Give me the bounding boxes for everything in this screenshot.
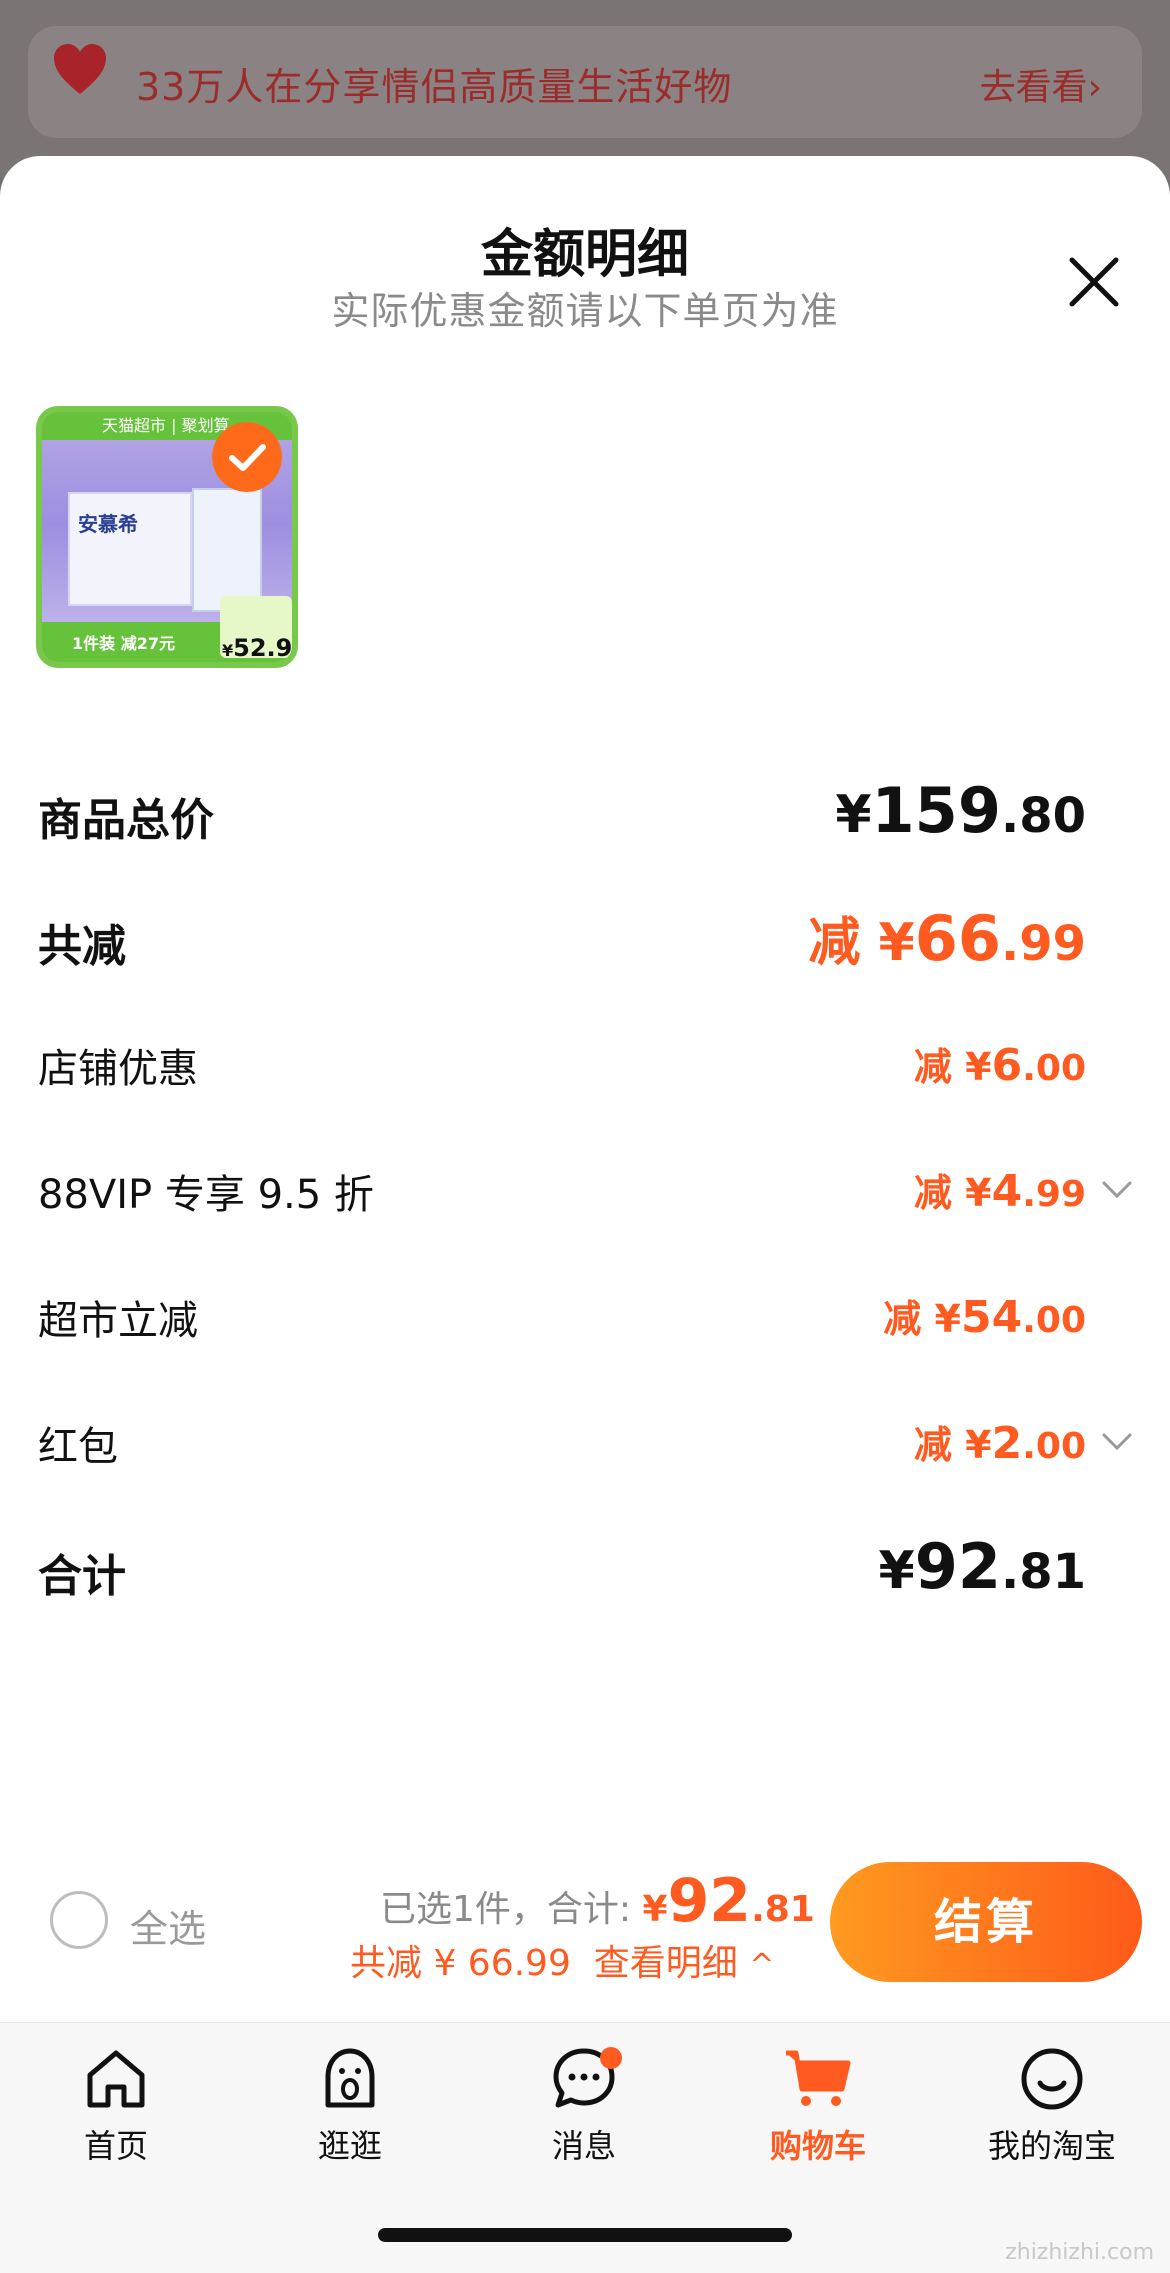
value-yen: ¥ <box>878 1541 915 1601</box>
breakdown-value: ¥159.80 <box>835 774 1086 847</box>
chevron-up-icon: ^ <box>749 1948 775 1983</box>
breakdown-row: 店铺优惠 减 ¥6.00 <box>0 1036 1170 1106</box>
tab-stroll[interactable]: 逛逛 <box>250 2043 450 2173</box>
breakdown-label: 合计 <box>38 1551 126 1602</box>
profile-icon <box>1021 2048 1083 2110</box>
value-yen: ¥ <box>965 1045 992 1089</box>
value-prefix: 减 <box>808 913 879 973</box>
value-integer: 54 <box>960 1292 1023 1343</box>
value-prefix: 减 <box>913 1423 966 1467</box>
product-price-yen: ¥ <box>222 641 234 660</box>
breakdown-label: 店铺优惠 <box>38 1046 198 1092</box>
value-integer: 6 <box>991 1040 1023 1091</box>
value-integer: 66 <box>914 902 1001 975</box>
product-brand: 安慕希 <box>78 512 138 536</box>
checkout-button[interactable]: 结算 <box>830 1862 1142 1982</box>
selected-count-text: 已选1件，合计: <box>380 1889 632 1930</box>
value-integer: 92 <box>914 1530 1001 1603</box>
value-yen: ¥ <box>934 1297 961 1341</box>
selected-check-icon[interactable] <box>212 422 282 492</box>
breakdown-label: 超市立减 <box>38 1298 198 1344</box>
value-decimal: .99 <box>1000 916 1086 972</box>
select-all-radio[interactable] <box>50 1891 108 1949</box>
total-decimal: .81 <box>751 1889 815 1930</box>
saving-text: 共减 ¥ 66.99 <box>350 1943 571 1984</box>
breakdown-value: 减 ¥6.00 <box>914 1036 1086 1091</box>
chevron-down-icon[interactable] <box>1100 1172 1134 1206</box>
promo-banner[interactable]: 33万人在分享情侣高质量生活好物 去看看› <box>28 26 1142 138</box>
product-price: ¥52.9 <box>222 634 292 662</box>
value-decimal: .80 <box>1000 788 1086 844</box>
tab-label: 逛逛 <box>317 2127 382 2165</box>
selected-summary: 已选1件，合计: ¥92.81 <box>380 1866 815 1936</box>
breakdown-value: 减 ¥2.00 <box>914 1414 1086 1469</box>
breakdown-row: 超市立减 减 ¥54.00 <box>0 1288 1170 1358</box>
breakdown-row[interactable]: 88VIP 专享 9.5 折 减 ¥4.99 <box>0 1162 1170 1232</box>
value-decimal: .81 <box>1000 1544 1086 1600</box>
value-integer: 4 <box>991 1166 1023 1217</box>
tab-cart[interactable]: 购物车 <box>718 2043 918 2173</box>
breakdown-value: ¥92.81 <box>879 1530 1087 1603</box>
close-icon[interactable] <box>1064 252 1124 312</box>
watermark: zhizhizhi.com <box>1005 2240 1154 2265</box>
value-prefix: 减 <box>883 1297 935 1341</box>
sheet-title: 金额明细 <box>480 225 689 285</box>
value-decimal: .00 <box>1022 1426 1086 1467</box>
value-yen: ¥ <box>965 1171 992 1215</box>
breakdown-value: 减 ¥66.99 <box>808 900 1086 975</box>
tab-my-taobao[interactable]: 我的淘宝 <box>952 2043 1152 2173</box>
promo-banner-link[interactable]: 去看看› <box>980 58 1102 110</box>
total-yen: ¥ <box>642 1889 668 1930</box>
value-integer: 159 <box>871 774 1001 847</box>
breakdown-label: 商品总价 <box>38 795 214 846</box>
breakdown-value: 减 ¥54.00 <box>883 1288 1086 1343</box>
tab-label: 购物车 <box>769 2127 866 2165</box>
value-decimal: .99 <box>1022 1174 1086 1215</box>
value-decimal: .00 <box>1022 1300 1086 1341</box>
breakdown-row: 商品总价 ¥159.80 <box>0 774 1170 854</box>
stroll-icon <box>325 2048 375 2108</box>
breakdown-row: 共减 减 ¥66.99 <box>0 902 1170 980</box>
tab-label: 首页 <box>83 2127 148 2165</box>
tab-label: 消息 <box>551 2127 616 2165</box>
chevron-down-icon[interactable] <box>1100 1424 1134 1458</box>
product-offer-text: 1件装 减27元 <box>72 634 175 653</box>
breakdown-row: 合计 ¥92.81 <box>0 1530 1170 1610</box>
cart-icon <box>786 2050 851 2106</box>
promo-link-label: 去看看 <box>979 67 1088 108</box>
product-box-side <box>192 488 262 612</box>
value-integer: 2 <box>991 1418 1023 1469</box>
value-prefix: 减 <box>913 1045 966 1089</box>
tab-label: 我的淘宝 <box>987 2127 1116 2165</box>
value-yen: ¥ <box>878 913 915 973</box>
heart-icon <box>54 44 106 94</box>
home-icon <box>87 2050 145 2108</box>
breakdown-row[interactable]: 红包 减 ¥2.00 <box>0 1414 1170 1484</box>
tab-home[interactable]: 首页 <box>16 2043 216 2173</box>
select-all-label[interactable]: 全选 <box>130 1898 206 1953</box>
breakdown-value: 减 ¥4.99 <box>914 1162 1086 1217</box>
sheet-subtitle: 实际优惠金额请以下单页为准 <box>331 289 839 333</box>
tab-messages[interactable]: 消息 <box>484 2043 684 2173</box>
value-decimal: .00 <box>1022 1048 1086 1089</box>
breakdown-label: 共减 <box>38 921 126 972</box>
value-prefix: 减 <box>913 1171 966 1215</box>
view-detail-link[interactable]: 查看明细 <box>594 1943 738 1984</box>
chevron-right-icon: › <box>1087 67 1102 108</box>
home-indicator[interactable] <box>378 2228 792 2242</box>
promo-banner-text: 33万人在分享情侣高质量生活好物 <box>136 65 733 109</box>
amount-detail-sheet: 金额明细 实际优惠金额请以下单页为准 天猫超市 | 聚划算 安慕希 1件装 减2… <box>0 156 1170 2022</box>
breakdown-label: 88VIP 专享 9.5 折 <box>38 1172 374 1218</box>
value-yen: ¥ <box>965 1423 992 1467</box>
saving-summary[interactable]: 共减 ¥ 66.99 查看明细 ^ <box>350 1934 774 1986</box>
message-badge <box>600 2047 622 2069</box>
value-yen: ¥ <box>835 785 872 845</box>
total-integer: 92 <box>667 1866 752 1936</box>
product-price-value: 52.9 <box>233 634 292 662</box>
breakdown-label: 红包 <box>38 1424 118 1470</box>
